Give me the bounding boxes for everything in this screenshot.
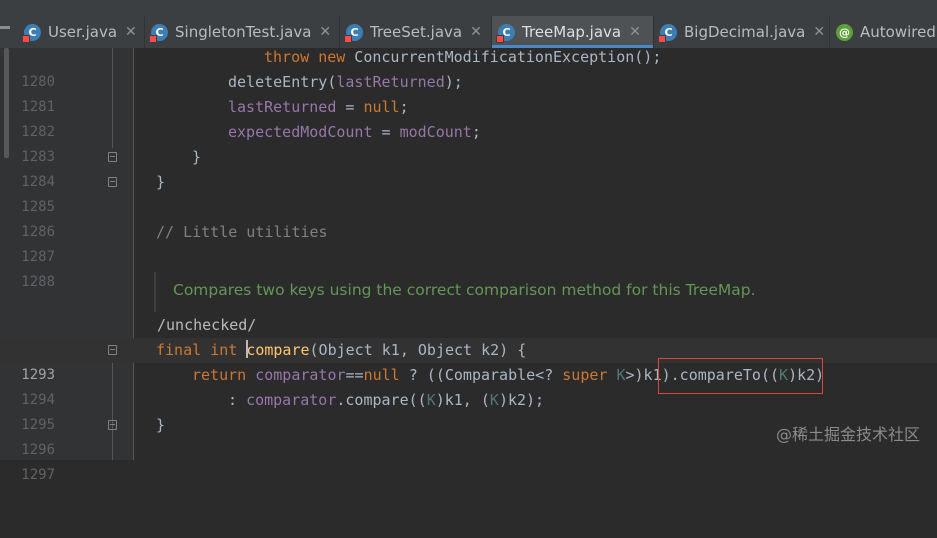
- tab-scroll-indicator: [0, 26, 10, 29]
- tab-treeset-java[interactable]: C TreeSet.java ✕: [340, 16, 492, 48]
- code-line: 1280 throw new ConcurrentModificationExc…: [0, 45, 937, 90]
- code-line: 1286: [0, 195, 937, 240]
- fold-toggle-icon[interactable]: [108, 152, 117, 162]
- fold-toggle-icon[interactable]: [108, 420, 117, 430]
- code-line: 1284 }: [0, 145, 937, 190]
- tab-autowired[interactable]: @ Autowired: [830, 16, 937, 48]
- tab-label: Autowired: [860, 23, 936, 41]
- code-text: final int compare(Object k1, Object k2) …: [156, 340, 527, 359]
- tab-treemap-java[interactable]: C TreeMap.java ✕: [492, 16, 654, 48]
- fold-toggle-icon[interactable]: [108, 177, 117, 187]
- code-line: 1282 lastReturned = null;: [0, 95, 937, 140]
- code-line-current: 1293 final int compare(Object k1, Object…: [0, 338, 937, 383]
- code-text: throw new ConcurrentModificationExceptio…: [264, 48, 662, 66]
- tab-bigdecimal-java[interactable]: C BigDecimal.java ✕: [654, 16, 830, 48]
- close-icon[interactable]: ✕: [629, 24, 641, 40]
- code-line: 1292 /unchecked/: [0, 313, 937, 358]
- code-line: 1283 expectedModCount = modCount;: [0, 120, 937, 165]
- close-icon[interactable]: ✕: [319, 24, 331, 40]
- tab-label: User.java: [48, 23, 118, 41]
- code-text: lastReturned = null;: [228, 98, 409, 116]
- tab-singletontest-java[interactable]: C SingletonTest.java ✕: [145, 16, 340, 48]
- line-number: 1297: [21, 467, 55, 483]
- code-editor[interactable]: 1280 throw new ConcurrentModificationExc…: [0, 45, 937, 483]
- code-text: expectedModCount = modCount;: [228, 123, 481, 141]
- code-text: : comparator.compare((K)k1, (K)k2);: [228, 391, 545, 409]
- code-text: }: [156, 173, 166, 191]
- class-icon: C: [344, 23, 363, 43]
- close-icon[interactable]: ✕: [125, 24, 137, 40]
- line-number: 1288: [21, 274, 55, 290]
- code-text: }: [156, 416, 166, 434]
- doc-comment-text: Compares two keys using the correct comp…: [173, 281, 756, 299]
- tab-label: BigDecimal.java: [684, 23, 806, 41]
- watermark-text: @稀土掘金技术社区: [775, 425, 920, 444]
- annotation-icon: @: [836, 23, 853, 41]
- code-text: deleteEntry(lastReturned);: [228, 73, 463, 91]
- class-icon: C: [149, 23, 168, 43]
- comment-text: // Little utilities: [156, 223, 328, 241]
- code-line: 1288: [0, 245, 937, 290]
- close-icon[interactable]: ✕: [470, 24, 482, 40]
- fold-toggle-icon[interactable]: [108, 345, 117, 355]
- code-text: return comparator==null ? ((Comparable<?…: [192, 366, 825, 384]
- code-line: 1294 return comparator==null ? ((Compara…: [0, 363, 937, 408]
- code-line: 1287 // Little utilities: [0, 220, 937, 265]
- tab-label: TreeMap.java: [522, 23, 622, 41]
- annotation-text: /unchecked/: [156, 313, 258, 339]
- class-icon: C: [496, 23, 515, 43]
- code-line: 1285 }: [0, 170, 937, 215]
- tab-label: TreeSet.java: [370, 23, 463, 41]
- tab-label: SingletonTest.java: [175, 23, 312, 41]
- code-line: 1295 : comparator.compare((K)k1, (K)k2);: [0, 388, 937, 433]
- editor-tab-bar: C User.java ✕ C SingletonTest.java ✕ C T…: [0, 0, 937, 49]
- tab-user-java[interactable]: C User.java ✕: [18, 16, 145, 48]
- code-line: 1281 deleteEntry(lastReturned);: [0, 70, 937, 115]
- code-text: }: [192, 148, 202, 166]
- rendered-doc-comment[interactable]: Compares two keys using the correct comp…: [154, 272, 937, 312]
- class-icon: C: [22, 23, 41, 43]
- class-icon: C: [658, 23, 677, 43]
- close-icon[interactable]: ✕: [813, 24, 825, 40]
